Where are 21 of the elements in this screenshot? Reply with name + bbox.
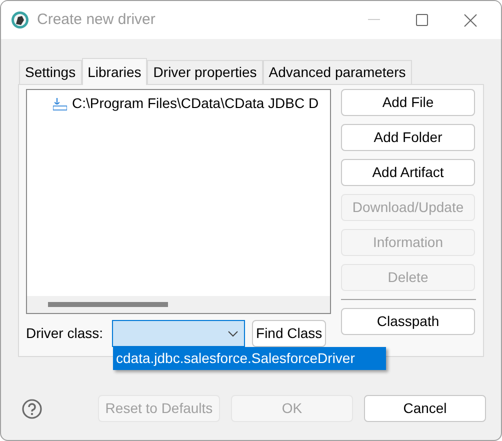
horizontal-scrollbar[interactable] bbox=[27, 296, 330, 313]
driver-class-dropdown[interactable] bbox=[112, 320, 246, 347]
tab[interactable]: Driver properties bbox=[147, 60, 263, 84]
maximize-icon[interactable] bbox=[416, 14, 428, 26]
app-icon bbox=[11, 11, 29, 29]
button[interactable]: Classpath bbox=[341, 308, 475, 335]
library-path[interactable]: C:\Program Files\CData\CData JDBC D bbox=[72, 93, 319, 114]
button[interactable]: Cancel bbox=[364, 395, 486, 422]
close-icon[interactable] bbox=[464, 14, 477, 26]
button[interactable]: Add Artifact bbox=[341, 159, 475, 186]
button[interactable]: Find Class bbox=[252, 320, 326, 347]
tab[interactable]: Settings bbox=[19, 60, 82, 84]
tab[interactable]: Advanced parameters bbox=[262, 60, 412, 84]
driver-class-label: Driver class: bbox=[26, 324, 104, 343]
button[interactable]: Add File bbox=[341, 89, 475, 116]
dropdown-option[interactable]: cdata.jdbc.salesforce.SalesforceDriver bbox=[113, 347, 386, 370]
button[interactable]: Add Folder bbox=[341, 124, 475, 151]
tab[interactable]: Libraries bbox=[82, 58, 148, 85]
chevron-down-icon bbox=[228, 330, 238, 336]
window-title: Create new driver bbox=[37, 10, 156, 30]
help-icon[interactable] bbox=[22, 398, 42, 418]
